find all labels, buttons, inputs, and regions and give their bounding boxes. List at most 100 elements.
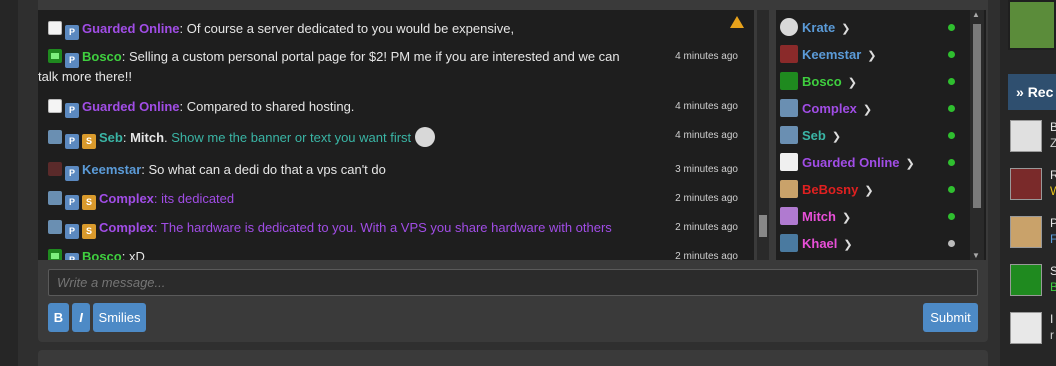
sidebar-item[interactable]: BZ [1008,120,1056,160]
message-username[interactable]: Keemstar [82,162,141,177]
smilies-button[interactable]: Smilies [93,303,146,332]
avatar [780,72,798,90]
message-input[interactable] [48,269,978,296]
message-text: Show me the banner or text you want firs… [171,130,412,145]
user-row[interactable]: Guarded Online ❯ [780,153,960,175]
timestamp: 4 minutes ago [675,130,738,141]
avatar [48,130,62,144]
message-text: xD [128,249,145,260]
message-text: Selling a custom personal portal page fo… [128,49,620,64]
message-row: P S Seb: Mitch. Show me the banner or text… [48,127,748,149]
avatar [48,162,62,176]
user-row[interactable]: Keemstar ❯ [780,45,960,67]
left-strip [0,0,18,366]
message-username[interactable]: Guarded Online [82,21,180,36]
chevron-down-icon[interactable]: ❯ [863,104,872,116]
message-text: its dedicated [161,191,235,206]
message-username[interactable]: Bosco [82,49,122,64]
timestamp: 4 minutes ago [675,101,738,112]
scrollbar-thumb[interactable] [759,215,767,237]
italic-button[interactable]: I [72,303,90,332]
user-name[interactable]: Keemstar [802,47,861,62]
submit-button[interactable]: Submit [923,303,978,332]
status-online-icon [948,78,955,85]
user-name[interactable]: Krate [802,20,835,35]
user-row[interactable]: Khael ❯ [780,234,960,256]
sidebar-item[interactable]: PF [1008,216,1056,256]
message-row: P S Complex: The hardware is dedicated to … [48,219,748,239]
user-row[interactable]: BeBosny ❯ [780,180,960,202]
status-online-icon [948,51,955,58]
user-name[interactable]: Mitch [802,209,836,224]
sidebar-header: » Rec [1008,74,1056,110]
message-username[interactable]: Seb [99,130,123,145]
message-username[interactable]: Guarded Online [82,99,180,114]
bold-button[interactable]: B [48,303,69,332]
scroll-down-icon[interactable]: ▼ [972,251,980,260]
message-text: The hardware is dedicated to you. With a… [160,220,612,235]
status-online-icon [948,105,955,112]
message-text-continued: talk more there!! [38,69,132,84]
message-text: Of course a server dedicated to you woul… [186,21,515,36]
message-username[interactable]: Complex [99,220,154,235]
status-away-icon [948,240,955,247]
message-username[interactable]: Complex [99,191,154,206]
message-text: So what can a dedi do that a vps can't d… [148,162,386,177]
chevron-down-icon[interactable]: ❯ [832,131,841,143]
user-name[interactable]: Complex [802,101,857,116]
sidebar-item[interactable]: SB [1008,264,1056,304]
scroll-up-icon[interactable]: ▲ [972,10,980,19]
message-username[interactable]: Bosco [82,249,122,260]
chevron-down-icon[interactable]: ❯ [906,158,915,170]
sidebar-item[interactable]: RW [1008,168,1056,208]
sidebar-item-sub: F [1050,232,1056,246]
next-panel [38,350,988,366]
user-row[interactable]: Mitch ❯ [780,207,960,229]
sidebar-item-title[interactable]: P [1050,216,1056,230]
emoji-face-icon [415,127,436,147]
thumbnail [1010,216,1042,248]
chevron-down-icon[interactable]: ❯ [841,23,850,35]
user-row[interactable]: Bosco ❯ [780,72,960,94]
user-row[interactable]: Seb ❯ [780,126,960,148]
sidebar-item-title[interactable]: I [1050,312,1053,326]
user-name[interactable]: BeBosny [802,182,858,197]
timestamp: 2 minutes ago [675,222,738,233]
status-online-icon [948,132,955,139]
user-name[interactable]: Bosco [802,74,842,89]
rank-badge-p: P [65,224,79,239]
chevron-down-icon[interactable]: ❯ [848,77,857,89]
chevron-down-icon[interactable]: ❯ [864,185,873,197]
rank-badge-p: P [65,25,79,40]
user-name[interactable]: Seb [802,128,826,143]
timestamp: 2 minutes ago [675,193,738,204]
avatar [780,45,798,63]
status-online-icon [948,24,955,31]
user-name[interactable]: Guarded Online [802,155,900,170]
message-scrollbar[interactable] [757,10,769,260]
user-list-scrollbar[interactable]: ▲ ▼ [970,10,984,260]
timestamp: 4 minutes ago [675,51,738,62]
rank-badge-s: S [82,134,96,149]
user-row[interactable]: Complex ❯ [780,99,960,121]
sidebar-item-title[interactable]: S [1050,264,1056,278]
user-row[interactable]: Krate ❯ [780,18,960,40]
scrollbar-thumb[interactable] [973,24,981,208]
sidebar-item-sub: Z [1050,136,1056,150]
chevron-down-icon[interactable]: ❯ [842,212,851,224]
sidebar-item-title[interactable]: R [1050,168,1056,182]
avatar [48,249,62,260]
status-online-icon [948,159,955,166]
avatar [780,180,798,198]
message-row: P Keemstar: So what can a dedi do that a … [48,161,748,181]
timestamp: 2 minutes ago [675,251,738,260]
online-user-list: Krate ❯ Keemstar ❯ Bosco ❯ Complex ❯ Seb ❯ Gu… [776,10,986,260]
chevron-down-icon[interactable]: ❯ [867,50,876,62]
user-name[interactable]: Khael [802,236,837,251]
sidebar-item[interactable]: Ir [1008,312,1056,352]
chevron-down-icon[interactable]: ❯ [843,239,852,251]
sidebar-item-title[interactable]: B [1050,120,1056,134]
timestamp: 3 minutes ago [675,164,738,175]
avatar [48,99,62,113]
mention[interactable]: Mitch [130,130,164,145]
